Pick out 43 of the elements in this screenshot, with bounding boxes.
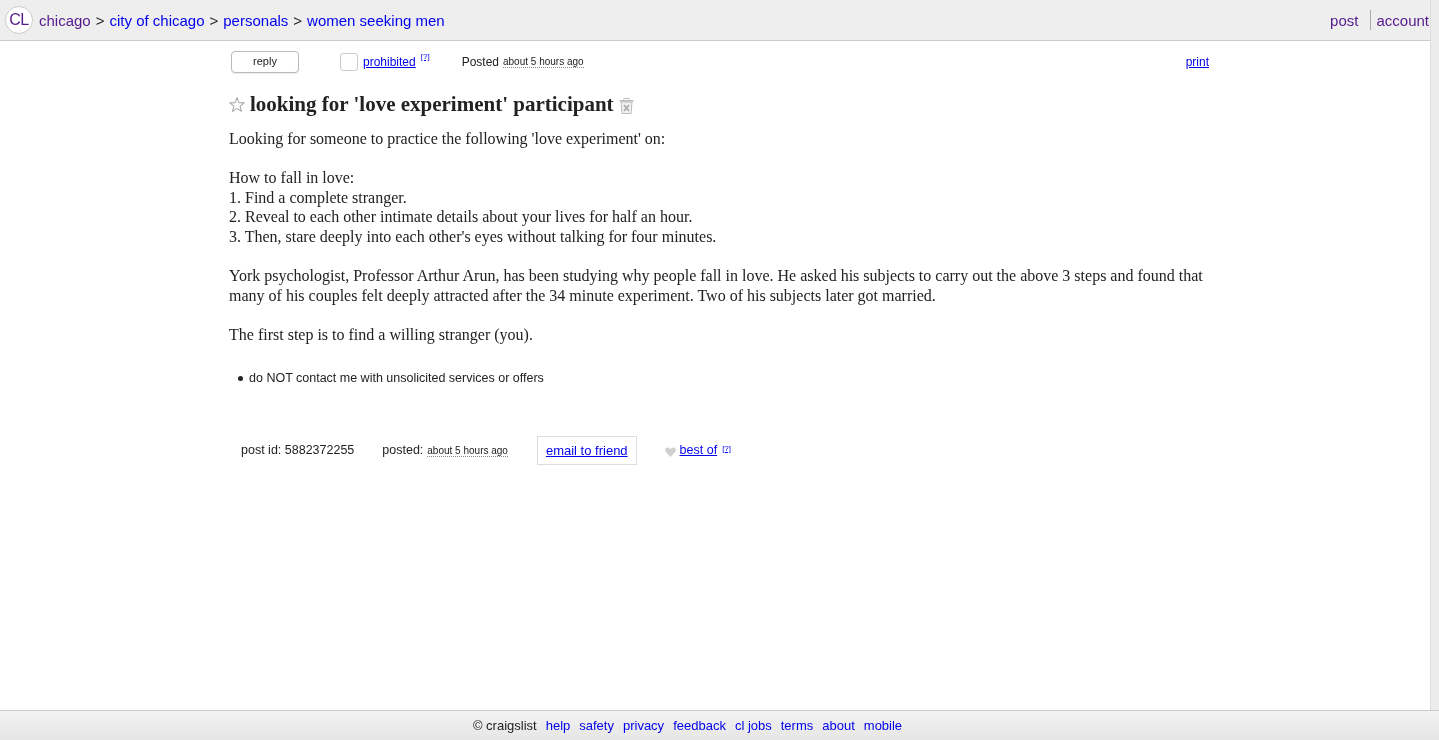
breadcrumb-link[interactable]: personals xyxy=(223,11,289,29)
header-link[interactable]: account xyxy=(1376,11,1429,29)
footer-link[interactable]: feedback xyxy=(673,718,726,733)
breadcrumb-link[interactable]: women seeking men xyxy=(307,11,445,29)
breadcrumb-separator: > xyxy=(209,11,219,29)
posted-label: posted: xyxy=(382,443,424,458)
flag-checkbox[interactable] xyxy=(340,53,358,71)
footer-link[interactable]: terms xyxy=(780,718,814,733)
posted-time: about 5 hours ago xyxy=(503,56,584,68)
footer-link[interactable]: safety xyxy=(579,718,614,733)
body-paragraph: How to fall in love: 1. Find a complete stranger. 2. Reveal to each other intimate details about your lives for half an hour. 3. Then, stare deeply into each other's eyes without talking for four minutes. xyxy=(229,168,718,247)
post-title: looking for 'love experiment' participant xyxy=(250,91,614,117)
site-logo[interactable]: CL xyxy=(5,6,33,34)
footer-link[interactable]: help xyxy=(545,718,571,733)
help-link[interactable]: [?] xyxy=(420,52,430,61)
help-link[interactable]: [?] xyxy=(722,444,732,454)
notice-text: do NOT contact me with unsolicited services or offers xyxy=(249,369,544,387)
email-to-friend-button[interactable]: email to friend xyxy=(536,435,637,465)
footer-link[interactable]: cl jobs xyxy=(734,718,772,733)
breadcrumb-separator: > xyxy=(293,11,303,29)
footer-link[interactable]: privacy xyxy=(622,718,665,733)
copyright-text: © craigslist xyxy=(472,718,537,733)
posted-time: about 5 hours ago xyxy=(427,445,508,458)
header-link[interactable]: post xyxy=(1330,11,1359,29)
print-link[interactable]: print xyxy=(1185,55,1209,69)
prohibited-link[interactable]: prohibited xyxy=(363,55,416,69)
body-paragraph: The first step is to find a willing stranger (you). xyxy=(229,324,534,345)
post-id: post id: 5882372255 xyxy=(241,443,355,458)
star-icon[interactable] xyxy=(229,96,245,112)
heart-icon[interactable] xyxy=(664,446,676,457)
body-paragraph: Looking for someone to practice the following 'love experiment' on: xyxy=(229,129,667,149)
posted-label: Posted xyxy=(461,55,499,69)
breadcrumb-link[interactable]: chicago xyxy=(39,11,91,29)
footer-link[interactable]: about xyxy=(822,718,855,733)
scrollbar-track[interactable] xyxy=(1430,0,1439,710)
footer-link[interactable]: mobile xyxy=(863,718,903,733)
bullet-icon xyxy=(238,375,243,381)
bin-icon[interactable] xyxy=(618,97,634,114)
body-paragraph: York psychologist, Professor Arthur Arun, has been studying why people fall in love. He asked his subjects to carry out the above 3 steps and found that many of his couples felt deeply attracted after the 34 minute experiment. Two of his subjects later got married. xyxy=(229,266,1204,306)
best-of-link[interactable]: best of xyxy=(679,443,718,458)
reply-button[interactable]: reply xyxy=(231,51,299,73)
breadcrumb-separator: > xyxy=(95,11,105,29)
breadcrumb-link[interactable]: city of chicago xyxy=(109,11,205,29)
